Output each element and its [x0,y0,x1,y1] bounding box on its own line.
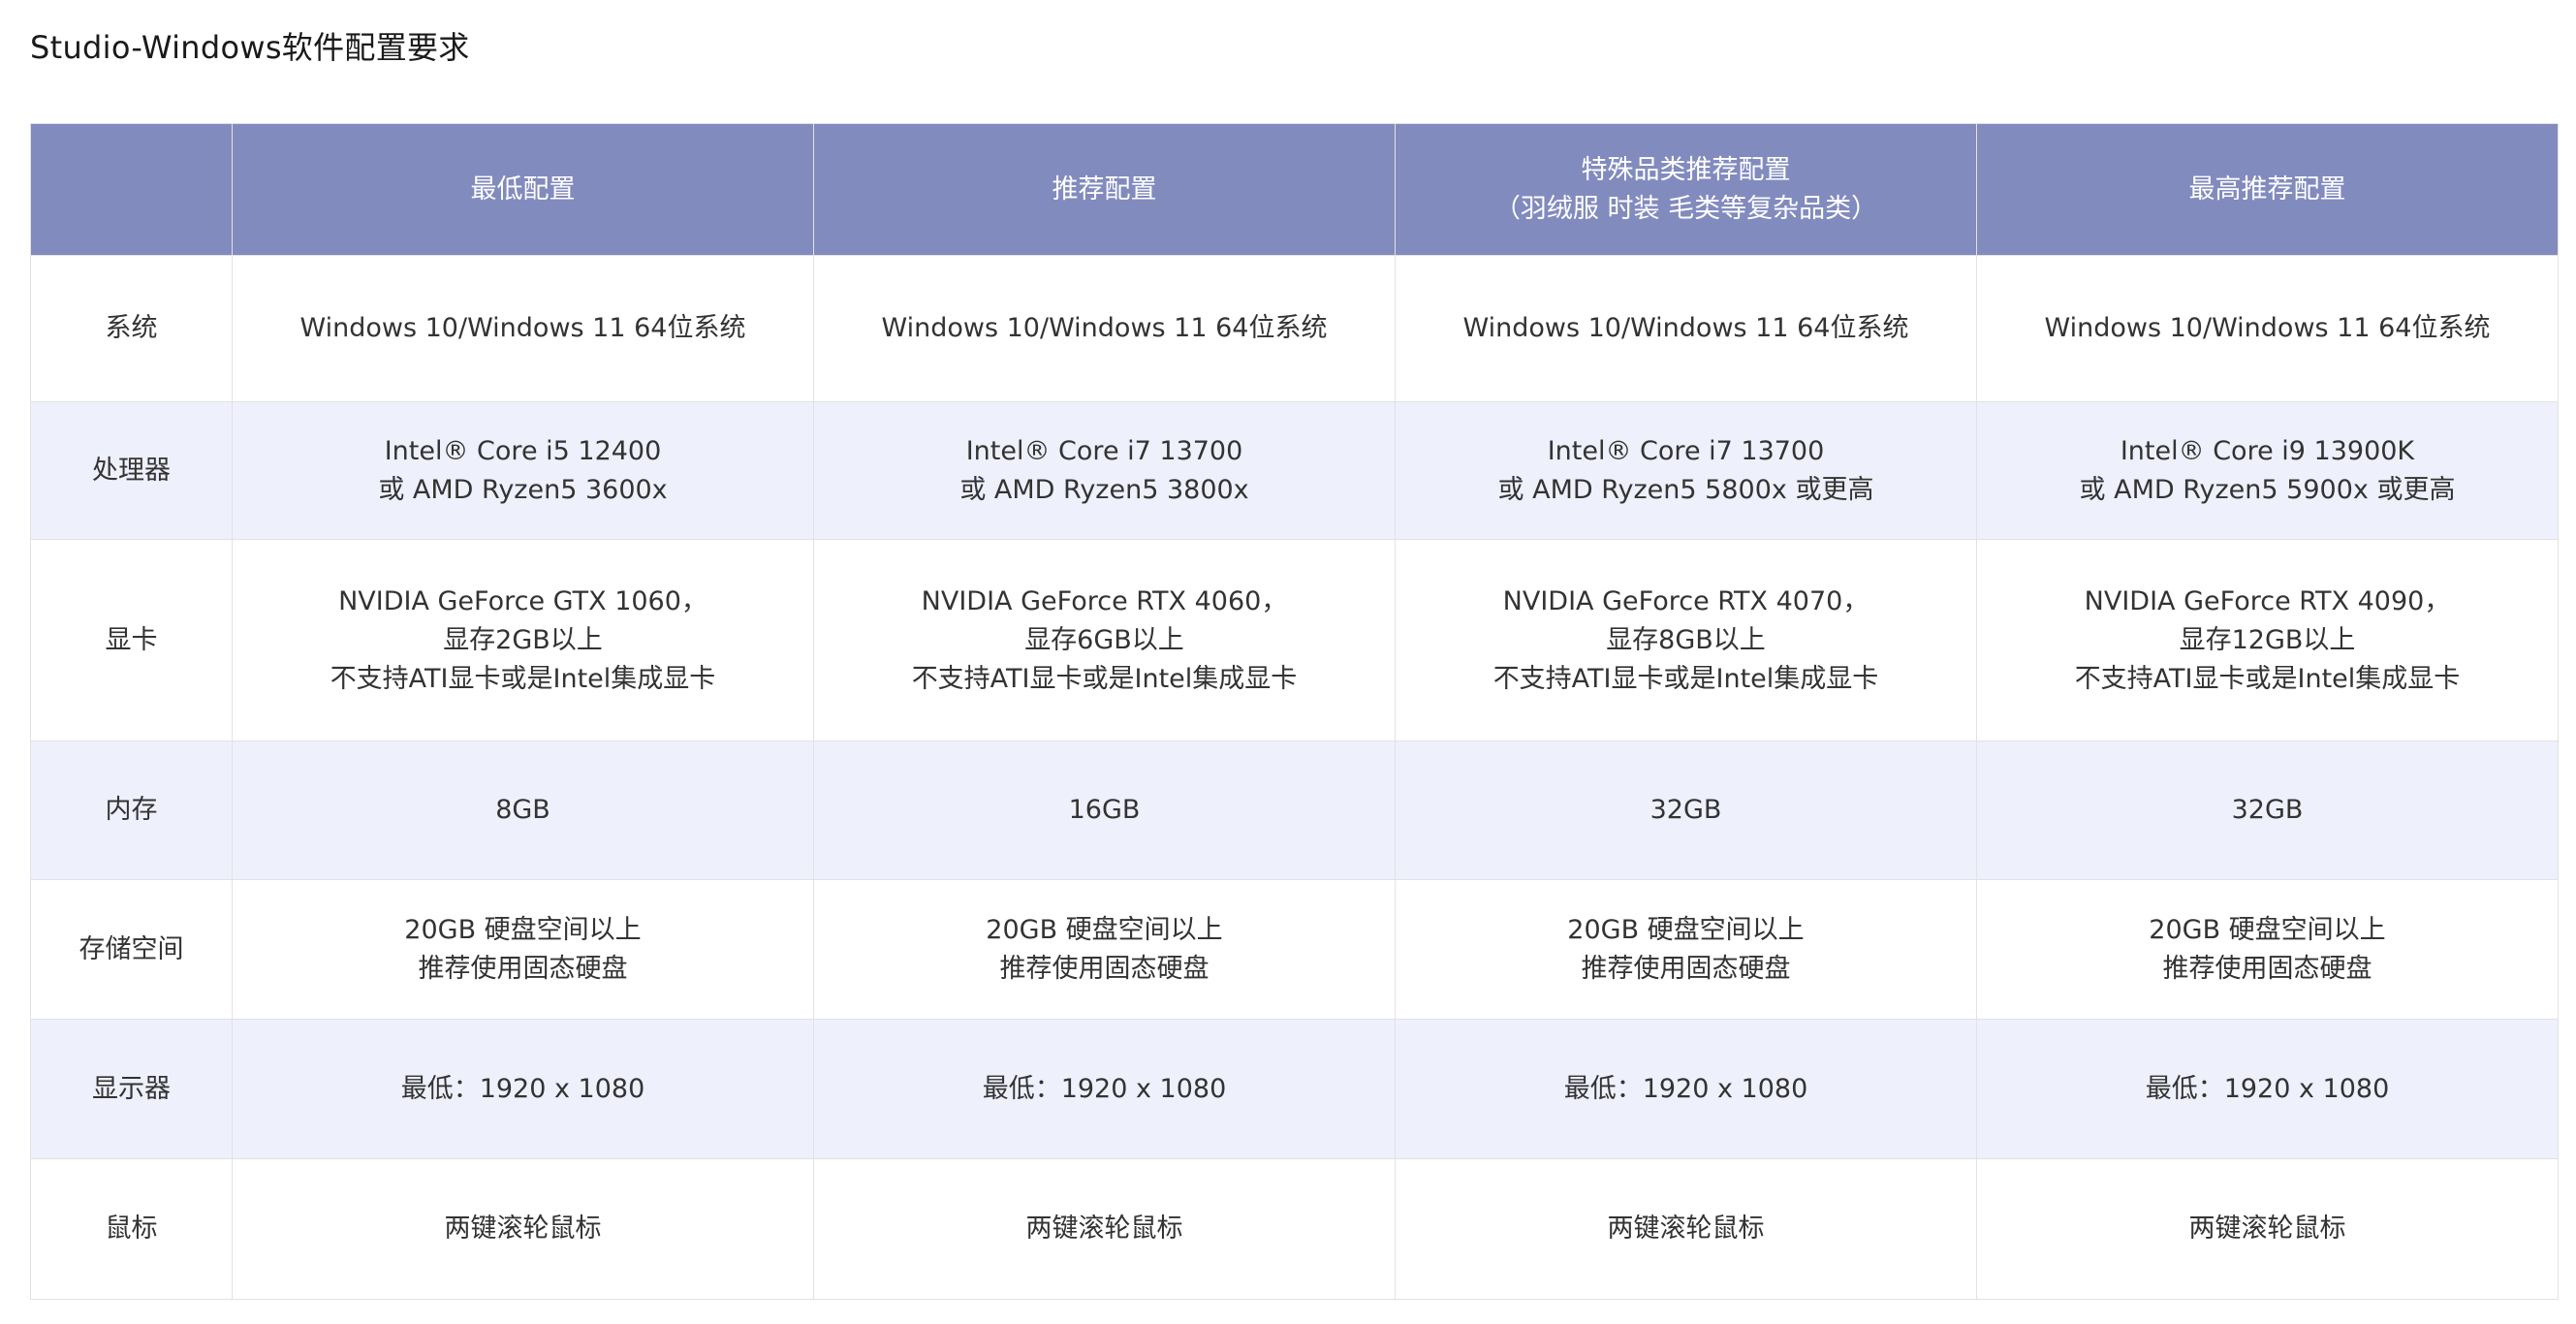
cell-line: Intel® Core i7 13700 [965,435,1243,466]
cell-line: 最低：1920 x 1080 [2145,1073,2390,1104]
row-label: 显示器 [30,1019,233,1159]
cell-line: 两键滚轮鼠标 [1025,1214,1183,1244]
cell-line: 或 AMD Ryzen5 5800x 或更高 [1497,474,1874,505]
table-cell: Windows 10/Windows 11 64位系统 [813,255,1396,402]
table-cell: 20GB 硬盘空间以上 推荐使用固态硬盘 [1976,879,2559,1020]
cell-line: 不支持ATI显卡或是Intel集成显卡 [330,663,716,694]
cell-line: 显存8GB以上 [1606,624,1766,655]
header-line: 特殊品类推荐配置 [1581,154,1791,185]
cell-line: 不支持ATI显卡或是Intel集成显卡 [1492,663,1879,694]
table-cell: Intel® Core i7 13700 或 AMD Ryzen5 3800x [813,401,1396,540]
cell-line: Windows 10/Windows 11 64位系统 [1462,313,1909,343]
cell-line: 显存12GB以上 [2179,624,2356,655]
cell-line: 两键滚轮鼠标 [2188,1214,2346,1244]
cell-line: 两键滚轮鼠标 [444,1214,602,1244]
cell-line: 两键滚轮鼠标 [1607,1214,1765,1244]
table-cell: NVIDIA GeForce RTX 4090， 显存12GB以上不支持ATI显卡… [1976,539,2559,741]
cell-line: Intel® Core i5 12400 [384,435,662,466]
cell-line: 显存2GB以上 [443,624,603,655]
table-cell: 8GB [232,741,814,880]
cell-line: 或 AMD Ryzen5 5900x 或更高 [2079,474,2456,505]
cell-line: 推荐使用固态硬盘 [2162,953,2372,984]
cell-line: 20GB 硬盘空间以上 [404,914,642,945]
table-cell: 两键滚轮鼠标 [1395,1158,1977,1300]
row-label: 处理器 [30,401,233,540]
header-line: 最高推荐配置 [2188,173,2346,205]
cell-line: 最低：1920 x 1080 [1563,1073,1808,1104]
table-cell: 两键滚轮鼠标 [1976,1158,2559,1300]
row-storage: 存储空间 20GB 硬盘空间以上 推荐使用固态硬盘 20GB 硬盘空间以上 推荐使用固态… [30,879,2559,1020]
table-cell: 最低：1920 x 1080 [1395,1019,1977,1159]
spec-table: 最低配置 推荐配置 特殊品类推荐配置 （羽绒服 时装 毛类等复杂品类） 最高推荐… [30,123,2559,1300]
page-title: Studio-Windows软件配置要求 [30,29,470,66]
cell-line: 最低：1920 x 1080 [982,1073,1227,1104]
cell-line: 推荐使用固态硬盘 [418,953,628,984]
cell-line: 不支持ATI显卡或是Intel集成显卡 [911,663,1298,694]
table-cell: Windows 10/Windows 11 64位系统 [232,255,814,402]
header-max-config: 最高推荐配置 [1976,123,2559,256]
table-cell: 32GB [1395,741,1977,880]
cell-line: Intel® Core i9 13900K [2120,435,2415,466]
table-cell: Intel® Core i9 13900K 或 AMD Ryzen5 5900x … [1976,401,2559,540]
row-mouse: 鼠标 两键滚轮鼠标 两键滚轮鼠标 两键滚轮鼠标 两键滚轮鼠标 [30,1158,2559,1300]
header-recommended-config: 推荐配置 [813,123,1396,256]
cell-line: 不支持ATI显卡或是Intel集成显卡 [2074,663,2461,694]
header-line: （羽绒服 时装 毛类等复杂品类） [1493,193,1878,224]
row-memory: 内存 8GB 16GB 32GB 32GB [30,741,2559,880]
cell-line: 16GB [1068,795,1141,825]
cell-line: 推荐使用固态硬盘 [999,953,1209,984]
row-label: 显卡 [30,539,233,741]
cell-line: 或 AMD Ryzen5 3600x [378,474,668,505]
cell-line: 20GB 硬盘空间以上 [1567,914,1805,945]
table-cell: 最低：1920 x 1080 [232,1019,814,1159]
table-cell: Intel® Core i5 12400 或 AMD Ryzen5 3600x [232,401,814,540]
table-cell: 16GB [813,741,1396,880]
cell-line: Windows 10/Windows 11 64位系统 [299,313,746,343]
cell-line: 20GB 硬盘空间以上 [986,914,1223,945]
table-cell: 20GB 硬盘空间以上 推荐使用固态硬盘 [1395,879,1977,1020]
cell-line: 显存6GB以上 [1024,624,1184,655]
row-label: 鼠标 [30,1158,233,1300]
cell-line: 32GB [2231,795,2304,825]
table-cell: 20GB 硬盘空间以上 推荐使用固态硬盘 [813,879,1396,1020]
row-system: 系统 Windows 10/Windows 11 64位系统 Windows 10/… [30,255,2559,402]
cell-line: Intel® Core i7 13700 [1547,435,1825,466]
row-label: 存储空间 [30,879,233,1020]
cell-line: Windows 10/Windows 11 64位系统 [2044,313,2491,343]
cell-line: NVIDIA GeForce RTX 4070， [1502,585,1869,616]
cell-line: Windows 10/Windows 11 64位系统 [881,313,1328,343]
header-special-config: 特殊品类推荐配置 （羽绒服 时装 毛类等复杂品类） [1395,123,1977,256]
table-cell: 最低：1920 x 1080 [813,1019,1396,1159]
header-min-config: 最低配置 [232,123,814,256]
cell-line: NVIDIA GeForce RTX 4090， [2084,585,2451,616]
cell-line: 推荐使用固态硬盘 [1581,953,1791,984]
table-header-row: 最低配置 推荐配置 特殊品类推荐配置 （羽绒服 时装 毛类等复杂品类） 最高推荐… [30,123,2559,256]
table-cell: 32GB [1976,741,2559,880]
cell-line: 20GB 硬盘空间以上 [2149,914,2386,945]
table-cell: Windows 10/Windows 11 64位系统 [1395,255,1977,402]
header-corner-cell [30,123,233,256]
table-cell: 两键滚轮鼠标 [232,1158,814,1300]
table-cell: NVIDIA GeForce RTX 4060， 显存6GB以上不支持ATI显卡或… [813,539,1396,741]
table-cell: 20GB 硬盘空间以上 推荐使用固态硬盘 [232,879,814,1020]
cell-line: 最低：1920 x 1080 [400,1073,645,1104]
cell-line: 或 AMD Ryzen5 3800x [959,474,1249,505]
table-cell: NVIDIA GeForce RTX 4070， 显存8GB以上不支持ATI显卡或… [1395,539,1977,741]
row-processor: 处理器 Intel® Core i5 12400 或 AMD Ryzen5 3600… [30,401,2559,540]
table-cell: NVIDIA GeForce GTX 1060， 显存2GB以上不支持ATI显卡或… [232,539,814,741]
header-line: 推荐配置 [1052,173,1157,205]
table-cell: Windows 10/Windows 11 64位系统 [1976,255,2559,402]
row-display: 显示器 最低：1920 x 1080 最低：1920 x 1080 最低：1920 x… [30,1019,2559,1159]
cell-line: NVIDIA GeForce RTX 4060， [921,585,1288,616]
cell-line: 8GB [495,795,550,825]
header-line: 最低配置 [470,173,576,205]
table-cell: 两键滚轮鼠标 [813,1158,1396,1300]
cell-line: NVIDIA GeForce GTX 1060， [338,585,707,616]
row-graphics: 显卡 NVIDIA GeForce GTX 1060， 显存2GB以上不支持ATI显… [30,539,2559,741]
table-cell: 最低：1920 x 1080 [1976,1019,2559,1159]
row-label: 系统 [30,255,233,402]
cell-line: 32GB [1649,795,1722,825]
row-label: 内存 [30,741,233,880]
table-cell: Intel® Core i7 13700 或 AMD Ryzen5 5800x 或… [1395,401,1977,540]
